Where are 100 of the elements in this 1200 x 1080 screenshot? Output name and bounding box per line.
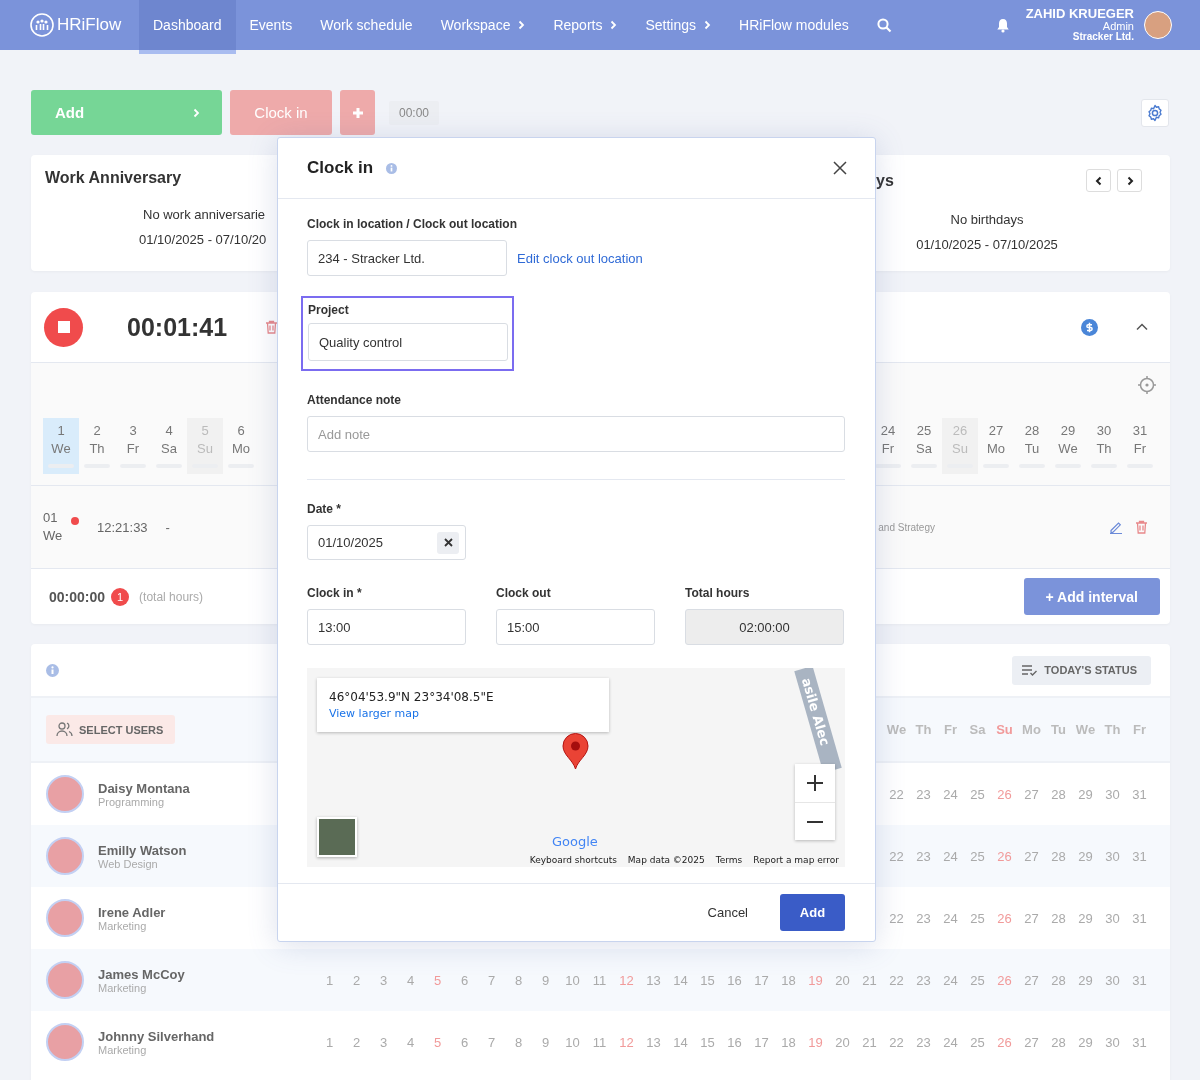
map-footer-link[interactable]: Keyboard shortcuts [529, 855, 617, 865]
calendar-day[interactable]: 26 [991, 972, 1018, 988]
calendar-day[interactable]: 12 [613, 972, 640, 988]
calendar-day[interactable]: 22 [883, 972, 910, 988]
nav-menu-item[interactable]: Reports [539, 0, 632, 50]
calendar-day[interactable]: 1 [316, 1034, 343, 1050]
trash-icon[interactable] [1135, 520, 1148, 534]
calendar-day[interactable]: 27 [1018, 848, 1045, 864]
dollar-icon[interactable] [1081, 318, 1098, 336]
calendar-day[interactable]: 11 [586, 1034, 613, 1050]
cancel-button[interactable]: Cancel [701, 904, 754, 921]
calendar-day[interactable]: 24 [937, 848, 964, 864]
stop-button[interactable] [44, 307, 83, 347]
calendar-day[interactable]: 4 [397, 1034, 424, 1050]
calendar-day[interactable]: 14 [667, 972, 694, 988]
nav-menu-item[interactable]: Settings [631, 0, 726, 50]
note-field[interactable]: Add note [307, 416, 845, 452]
calendar-day[interactable]: 23 [910, 786, 937, 802]
calendar-day[interactable]: 18 [775, 1034, 802, 1050]
calendar-day[interactable]: 31 [1126, 786, 1153, 802]
calendar-day[interactable]: 3 [370, 1034, 397, 1050]
calendar-day[interactable]: 28 [1045, 1034, 1072, 1050]
calendar-day[interactable]: 29 [1072, 1034, 1099, 1050]
previous-button[interactable] [1086, 169, 1111, 192]
user-avatar[interactable] [1144, 11, 1172, 39]
todays-status-button[interactable]: TODAY'S STATUS [1012, 655, 1151, 685]
day-tab[interactable]: 1 We [43, 418, 79, 474]
satellite-thumbnail[interactable] [317, 817, 357, 857]
calendar-day[interactable]: 31 [1126, 972, 1153, 988]
calendar-day[interactable]: 3 [370, 972, 397, 988]
bell-icon[interactable] [995, 17, 1010, 33]
calendar-day[interactable]: 1 [316, 972, 343, 988]
calendar-day[interactable]: 27 [1018, 1034, 1045, 1050]
nav-menu-item[interactable]: Workspace [426, 0, 540, 50]
map-footer-link[interactable]: Terms [715, 855, 743, 865]
map-footer-link[interactable]: Report a map error [753, 855, 839, 865]
calendar-day[interactable]: 8 [505, 1034, 532, 1050]
calendar-day[interactable]: 30 [1099, 848, 1126, 864]
day-tab[interactable]: 31 Fr [1122, 418, 1158, 474]
location-field[interactable]: 234 - Stracker Ltd. [307, 240, 507, 276]
calendar-day[interactable]: 21 [856, 1034, 883, 1050]
calendar-day[interactable]: 20 [829, 972, 856, 988]
calendar-day[interactable]: 27 [1018, 786, 1045, 802]
calendar-day[interactable]: 24 [937, 1034, 964, 1050]
calendar-day[interactable]: 7 [478, 972, 505, 988]
settings-button[interactable] [1141, 98, 1169, 127]
calendar-day[interactable]: 17 [748, 972, 775, 988]
select-users-button[interactable]: SELECT USERS [46, 715, 176, 744]
chevron-up-icon[interactable] [1136, 323, 1148, 331]
day-tab[interactable]: 25 Sa [906, 418, 942, 474]
calendar-day[interactable]: 23 [910, 972, 937, 988]
clock-in-button[interactable]: Clock in [230, 90, 332, 135]
employee-name[interactable]: James McCoy [98, 966, 185, 982]
calendar-day[interactable]: 28 [1045, 848, 1072, 864]
trash-icon[interactable] [265, 320, 279, 334]
date-field[interactable]: 01/10/2025 [307, 525, 466, 560]
calendar-day[interactable]: 22 [883, 1034, 910, 1050]
calendar-day[interactable]: 13 [640, 972, 667, 988]
calendar-day[interactable]: 26 [991, 1034, 1018, 1050]
add-interval-button[interactable]: + Add interval [1023, 578, 1160, 615]
day-tab[interactable]: 6 Mo [223, 418, 259, 474]
calendar-day[interactable]: 19 [802, 1034, 829, 1050]
calendar-day[interactable]: 29 [1072, 848, 1099, 864]
calendar-day[interactable]: 15 [694, 1034, 721, 1050]
calendar-day[interactable]: 30 [1099, 972, 1126, 988]
calendar-day[interactable]: 25 [964, 972, 991, 988]
calendar-day[interactable]: 2 [343, 972, 370, 988]
calendar-day[interactable]: 9 [532, 1034, 559, 1050]
calendar-day[interactable]: 2 [343, 1034, 370, 1050]
calendar-day[interactable]: 21 [856, 972, 883, 988]
edit-location-link[interactable]: Edit clock out location [517, 250, 643, 266]
calendar-day[interactable]: 29 [1072, 786, 1099, 802]
calendar-day[interactable]: 15 [694, 972, 721, 988]
calendar-day[interactable]: 25 [964, 1034, 991, 1050]
calendar-day[interactable]: 10 [559, 1034, 586, 1050]
day-tab[interactable]: 3 Fr [115, 418, 151, 474]
pencil-icon[interactable] [1109, 520, 1123, 534]
calendar-day[interactable]: 25 [964, 786, 991, 802]
calendar-day[interactable]: 16 [721, 972, 748, 988]
calendar-day[interactable]: 31 [1126, 1034, 1153, 1050]
calendar-day[interactable]: 14 [667, 1034, 694, 1050]
calendar-day[interactable]: 23 [910, 910, 937, 926]
nav-menu-item[interactable]: Work schedule [306, 0, 427, 50]
calendar-day[interactable]: 18 [775, 972, 802, 988]
day-tab[interactable]: 28 Tu [1014, 418, 1050, 474]
zoom-out-button[interactable] [795, 802, 835, 840]
calendar-day[interactable]: 6 [451, 972, 478, 988]
calendar-day[interactable]: 23 [910, 1034, 937, 1050]
calendar-day[interactable]: 17 [748, 1034, 775, 1050]
brand-name[interactable]: HRiFlow [57, 15, 122, 35]
calendar-day[interactable]: 27 [1018, 910, 1045, 926]
project-field[interactable]: Quality control [308, 323, 508, 361]
next-button[interactable] [1117, 169, 1142, 192]
calendar-day[interactable]: 26 [991, 786, 1018, 802]
calendar-day[interactable]: 11 [586, 972, 613, 988]
clear-button[interactable] [437, 531, 459, 554]
calendar-day[interactable]: 22 [883, 910, 910, 926]
calendar-day[interactable]: 25 [964, 848, 991, 864]
calendar-day[interactable]: 30 [1099, 1034, 1126, 1050]
add-button[interactable]: Add [31, 90, 222, 135]
